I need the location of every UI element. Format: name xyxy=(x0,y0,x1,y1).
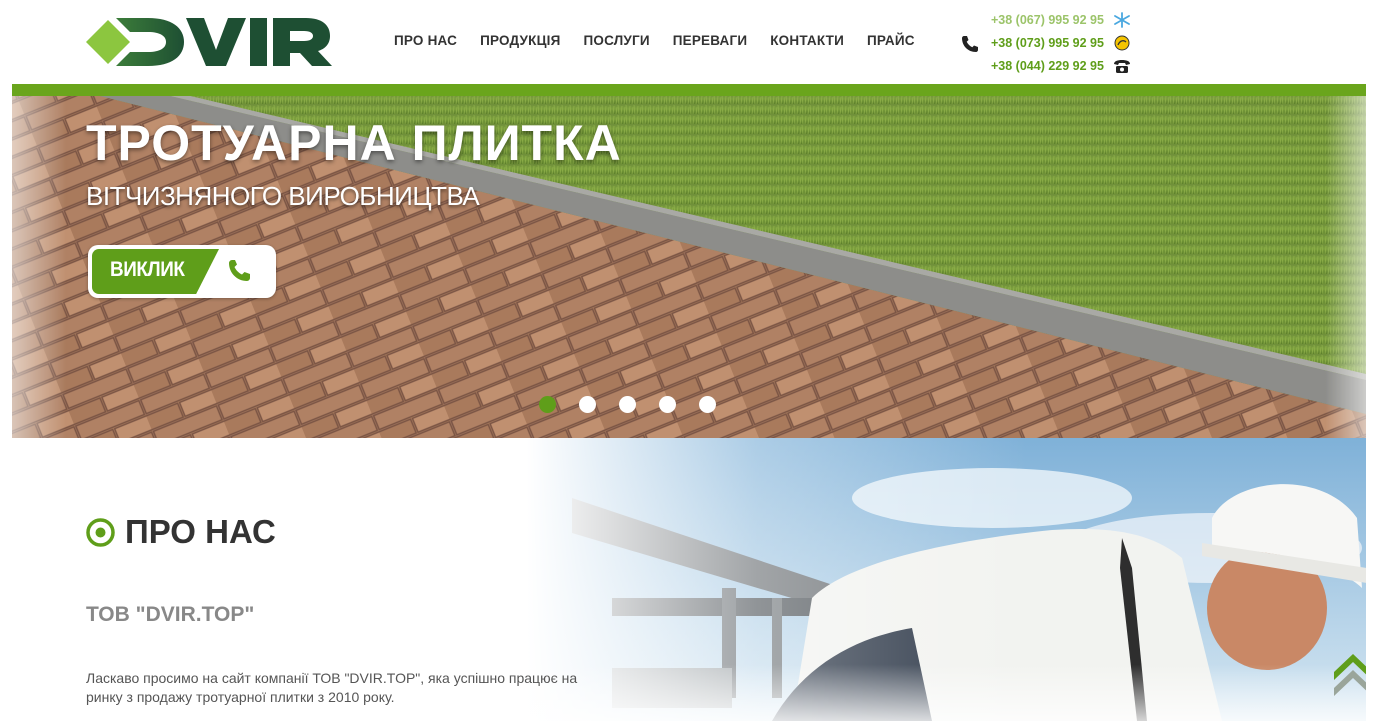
phone-icon xyxy=(229,260,250,281)
nav-item-advantages[interactable]: ПЕРЕВАГИ xyxy=(673,33,748,48)
site-header: ПРО НАС ПРОДУКЦІЯ ПОСЛУГИ ПЕРЕВАГИ КОНТА… xyxy=(0,0,1379,84)
slider-pagination xyxy=(539,396,716,413)
hero-title: ТРОТУАРНА ПЛИТКА xyxy=(86,115,622,171)
kyivstar-icon xyxy=(1114,12,1130,28)
nav-item-prices[interactable]: ПРАЙС xyxy=(867,33,915,48)
phone-icon xyxy=(962,36,978,52)
nav-item-about[interactable]: ПРО НАС xyxy=(394,33,457,48)
nav-item-contacts[interactable]: КОНТАКТИ xyxy=(770,33,844,48)
hero-subtitle: ВІТЧИЗНЯНОГО ВИРОБНИЦТВА xyxy=(86,181,480,211)
main-nav: ПРО НАС ПРОДУКЦІЯ ПОСЛУГИ ПЕРЕВАГИ КОНТА… xyxy=(394,33,938,48)
phone-number: +38 (073) 995 92 95 xyxy=(991,36,1104,50)
phone-block: +38 (067) 995 92 95 +38 (073) 995 92 95 … xyxy=(960,8,1150,78)
call-button-label: ВИКЛИК xyxy=(110,258,185,281)
target-icon xyxy=(86,517,115,547)
slider-dot-2[interactable] xyxy=(579,396,596,413)
lifecell-icon xyxy=(1114,35,1130,51)
slider-dot-3[interactable] xyxy=(619,396,636,413)
slider-dot-4[interactable] xyxy=(659,396,676,413)
hero-slider: ТРОТУАРНА ПЛИТКА ВІТЧИЗНЯНОГО ВИРОБНИЦТВ… xyxy=(12,84,1366,438)
phone-number: +38 (067) 995 92 95 xyxy=(991,13,1104,27)
about-text: Ласкаво просимо на сайт компанії ТОВ "DV… xyxy=(86,670,578,705)
site-logo[interactable] xyxy=(86,12,336,72)
slider-dot-1[interactable] xyxy=(539,396,556,413)
scroll-up-icon[interactable] xyxy=(1334,646,1366,706)
nav-item-services[interactable]: ПОСЛУГИ xyxy=(583,33,649,48)
call-button[interactable]: ВИКЛИК xyxy=(88,245,276,298)
dvir-logo-icon xyxy=(86,18,332,66)
phone-link-kyivstar[interactable]: +38 (067) 995 92 95 xyxy=(991,12,1131,28)
phone-number: +38 (044) 229 92 95 xyxy=(991,59,1104,73)
about-title: ПРО НАС xyxy=(125,513,276,550)
company-name: ТОВ "DVIR.TOP" xyxy=(86,603,255,626)
phone-link-lifecell[interactable]: +38 (073) 995 92 95 xyxy=(991,35,1131,51)
slider-dot-5[interactable] xyxy=(699,396,716,413)
hero-accent-bar xyxy=(12,84,1366,96)
about-heading: ПРО НАС xyxy=(86,513,276,551)
nav-item-products[interactable]: ПРОДУКЦІЯ xyxy=(480,33,560,48)
about-section: ПРО НАС ТОВ "DVIR.TOP" Ласкаво просимо н… xyxy=(12,438,1366,721)
phone-link-landline[interactable]: +38 (044) 229 92 95 xyxy=(991,58,1131,74)
landline-phone-icon xyxy=(1113,60,1130,73)
